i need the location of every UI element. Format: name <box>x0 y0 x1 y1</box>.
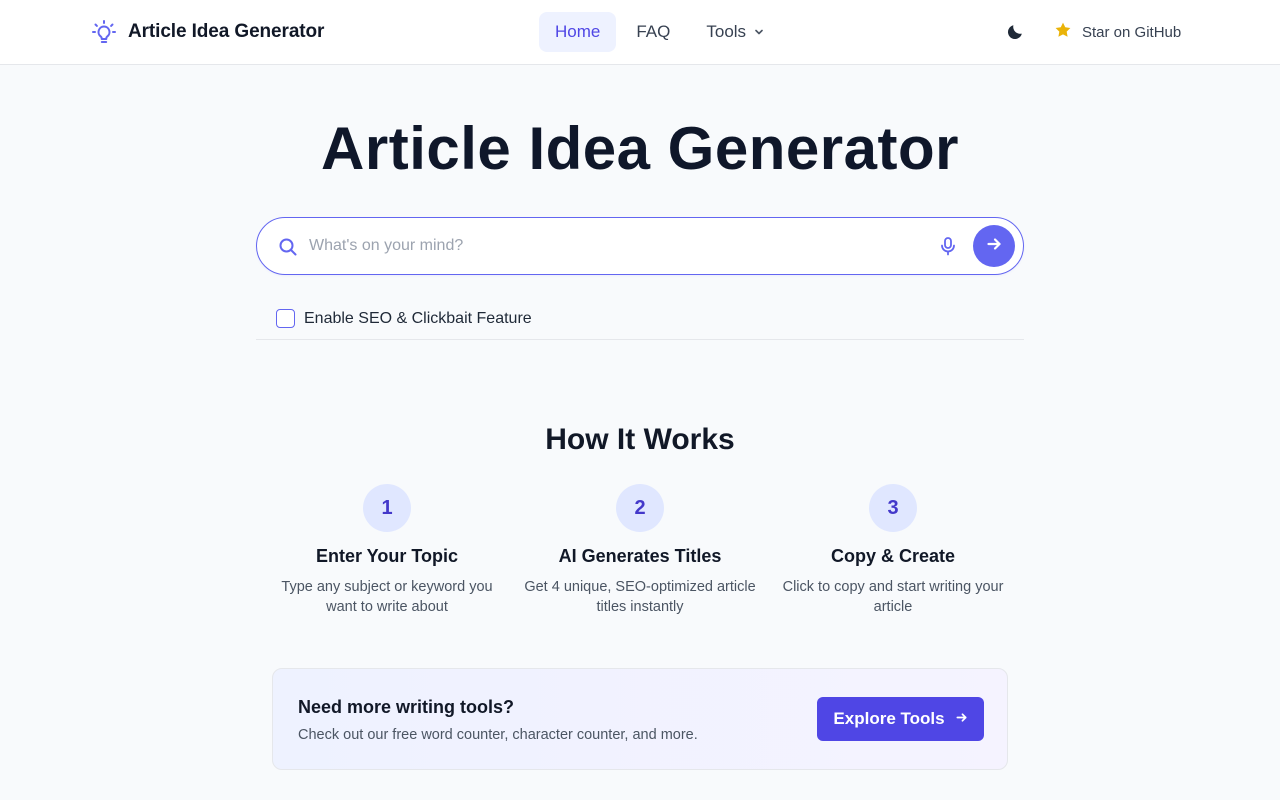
brand-link[interactable]: Article Idea Generator <box>90 18 324 46</box>
arrow-right-icon <box>955 709 968 729</box>
explore-tools-button[interactable]: Explore Tools <box>817 697 984 741</box>
top-navbar: Article Idea Generator Home FAQ Tools St… <box>0 0 1280 65</box>
theme-toggle-button[interactable] <box>1004 21 1028 45</box>
more-tools-banner: Need more writing tools? Check out our f… <box>272 668 1008 770</box>
how-it-works-heading: How It Works <box>545 423 735 456</box>
lightbulb-icon <box>90 18 118 46</box>
arrow-right-icon <box>985 235 1003 258</box>
step-card: 1 Enter Your Topic Type any subject or k… <box>267 484 507 617</box>
step-title: Copy & Create <box>830 546 956 566</box>
github-label: Star on GitHub <box>1082 23 1182 41</box>
seo-clickbait-toggle[interactable]: Enable SEO & Clickbait Feature <box>276 309 532 328</box>
nav-faq-label: FAQ <box>636 22 671 41</box>
nav-faq[interactable]: FAQ <box>620 12 686 52</box>
step-card: 3 Copy & Create Click to copy and start … <box>773 484 1013 617</box>
search-icon <box>277 236 299 258</box>
submit-button[interactable] <box>973 225 1015 267</box>
main-nav: Home FAQ Tools <box>539 12 780 52</box>
step-number: 2 <box>616 484 664 532</box>
step-description: Click to copy and start writing your art… <box>782 579 1004 615</box>
step-title: Enter Your Topic <box>315 546 458 566</box>
brand-name: Article Idea Generator <box>128 21 325 42</box>
explore-tools-label: Explore Tools <box>833 709 945 728</box>
nav-tools-dropdown[interactable]: Tools <box>690 12 780 52</box>
nav-home-label: Home <box>555 22 601 41</box>
step-card: 2 AI Generates Titles Get 4 unique, SEO-… <box>520 484 760 617</box>
star-icon <box>1054 21 1072 43</box>
topic-search-input[interactable] <box>309 228 909 264</box>
step-description: Type any subject or keyword you want to … <box>281 579 493 615</box>
chevron-down-icon <box>754 27 764 37</box>
seo-checkbox[interactable] <box>276 309 295 328</box>
divider <box>256 339 1024 340</box>
nav-home[interactable]: Home <box>539 12 617 52</box>
moon-icon <box>1006 21 1026 46</box>
step-title: AI Generates Titles <box>558 546 722 566</box>
step-description: Get 4 unique, SEO-optimized article titl… <box>524 579 756 615</box>
nav-tools-label: Tools <box>706 22 747 41</box>
step-number: 3 <box>869 484 917 532</box>
step-number: 1 <box>363 484 411 532</box>
page-title: Article Idea Generator <box>321 115 959 182</box>
search-bar <box>256 217 1024 275</box>
banner-description: Check out our free word counter, charact… <box>298 727 698 743</box>
microphone-icon[interactable] <box>937 235 959 257</box>
star-on-github-link[interactable]: Star on GitHub <box>1054 20 1181 44</box>
seo-checkbox-label: Enable SEO & Clickbait Feature <box>304 309 532 327</box>
banner-title: Need more writing tools? <box>298 697 515 717</box>
